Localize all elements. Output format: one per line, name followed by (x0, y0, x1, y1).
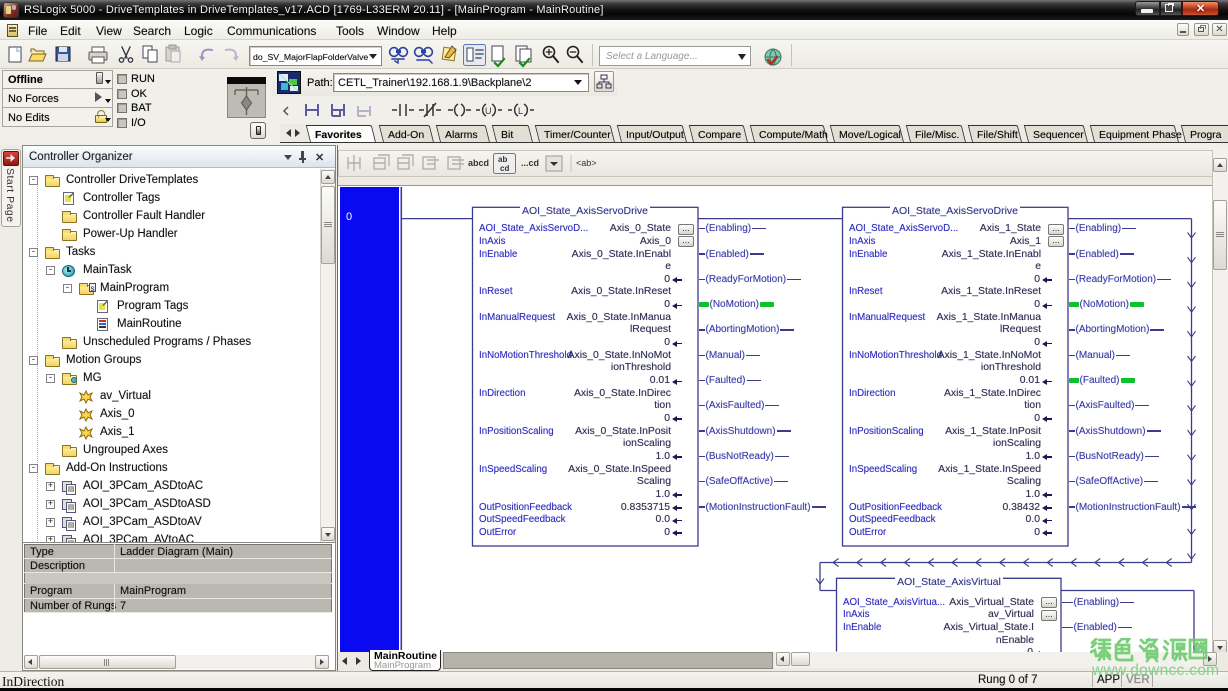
svg-text:U: U (485, 106, 492, 116)
svg-text:...cd: ...cd (521, 158, 539, 168)
svg-text:abcd: abcd (468, 158, 489, 168)
svg-text:L: L (518, 106, 523, 116)
svg-text:<ab>: <ab> (576, 158, 597, 168)
svg-text:ab: ab (498, 155, 507, 164)
svg-text:cd: cd (500, 164, 509, 173)
